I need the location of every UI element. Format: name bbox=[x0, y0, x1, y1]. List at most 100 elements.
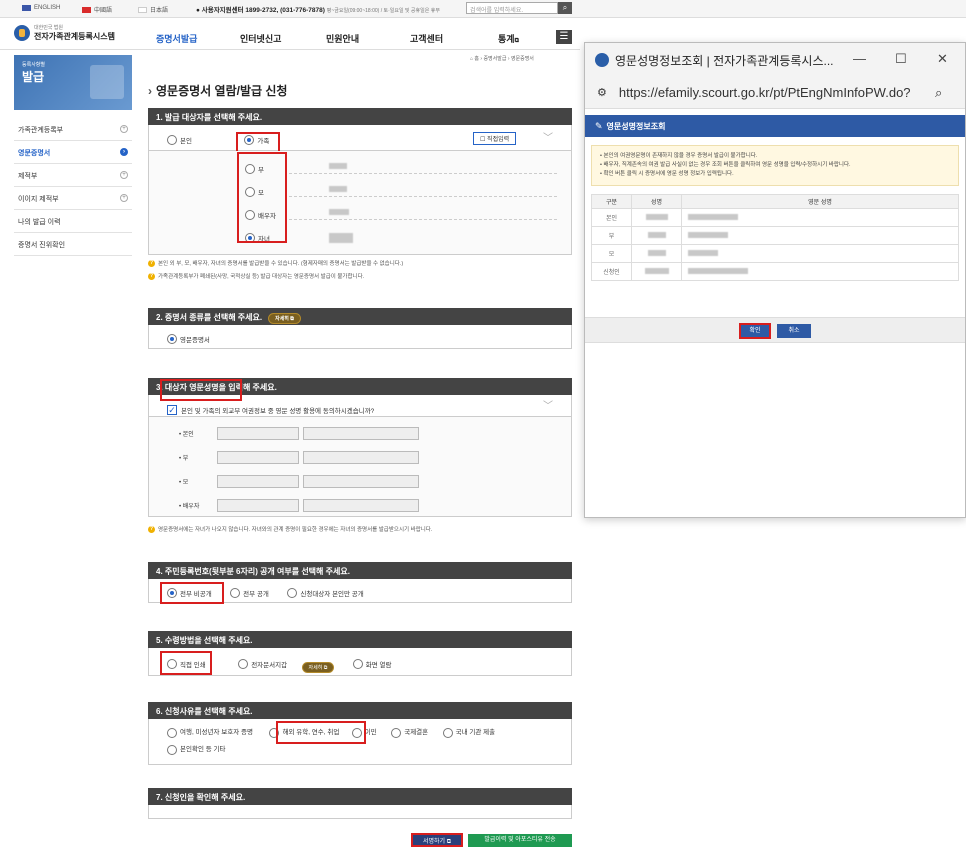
plus-icon: + bbox=[120, 171, 128, 179]
question-icon: ? bbox=[148, 259, 155, 267]
plus-icon: + bbox=[120, 194, 128, 202]
nav-item-family-register[interactable]: 가족관계등록부 + bbox=[14, 118, 132, 141]
hint-line: ? 영문증명서에는 자녀가 나오지 않습니다. 자녀와의 관계 증명이 필요한 경… bbox=[148, 525, 433, 533]
popup-heading: ✎ 영문성명정보조회 bbox=[585, 115, 965, 137]
close-icon[interactable]: ✕ bbox=[937, 51, 948, 67]
radio-e-wallet[interactable]: 전자문서지갑 bbox=[238, 659, 287, 669]
confirm-button[interactable]: 확인 bbox=[739, 323, 771, 339]
name-inputs bbox=[217, 427, 420, 523]
cancel-button[interactable]: 취소 bbox=[777, 324, 811, 338]
chevron-right-icon: › bbox=[120, 148, 128, 156]
radio-self[interactable]: 본인 bbox=[167, 135, 192, 145]
nav-item-image-register[interactable]: 이이지 제적부 + bbox=[14, 187, 132, 210]
masked-name bbox=[329, 186, 347, 192]
surname-input[interactable] bbox=[217, 499, 299, 512]
surname-input[interactable] bbox=[217, 475, 299, 488]
check-icon: ✓ bbox=[167, 405, 177, 415]
nav-item-removed-register[interactable]: 제적부 + bbox=[14, 164, 132, 187]
site-info-icon[interactable]: ⚙ bbox=[597, 86, 607, 99]
lang-chinese-link[interactable]: 中國語 bbox=[82, 5, 112, 14]
highlight-all-private bbox=[160, 582, 224, 604]
highlight-study-abroad bbox=[276, 721, 366, 744]
section-rrn-disclosure: 4. 주민등록번호(뒷부분 6자리) 공개 여부를 선택해 주세요. 전부 비공… bbox=[148, 562, 572, 604]
maximize-icon[interactable]: ☐ bbox=[895, 51, 907, 67]
surname-input[interactable] bbox=[217, 427, 299, 440]
section-target: 1. 발급 대상자를 선택해 주세요. 본인 가족 ☐ 직접입력 ﹀ 부 모 배… bbox=[148, 108, 572, 280]
search-icon[interactable]: ⌕ bbox=[558, 2, 572, 14]
detail-button[interactable]: 자세히 ⧉ bbox=[301, 662, 335, 673]
masked-name bbox=[329, 233, 353, 243]
chevron-down-icon[interactable]: ﹀ bbox=[543, 129, 553, 144]
left-nav: 등록사항별 발급 가족관계등록부 + 영문증명서 › 제적부 + 이이지 제적부 + 나… bbox=[14, 55, 132, 256]
radio-english-cert[interactable]: 영문증명서 bbox=[167, 334, 210, 344]
english-name-table: 구분 성명 영문 성명 본인 부 모 신청인 bbox=[591, 194, 959, 281]
nav-item-my-history[interactable]: 나의 발급 이력 bbox=[14, 210, 132, 233]
direct-input-button[interactable]: ☐ 직접입력 bbox=[473, 132, 517, 145]
radio-all-public[interactable]: 전부 공개 bbox=[230, 588, 269, 598]
section-cert-type: 2. 증명서 종류를 선택해 주세요. 자세히 ⧉ 영문증명서 bbox=[148, 308, 572, 349]
chevron-down-icon[interactable]: ﹀ bbox=[543, 397, 553, 412]
radio-travel[interactable]: 여행, 미성년자 보호자 증명 bbox=[167, 725, 253, 741]
table-row: 본인 bbox=[591, 208, 959, 227]
edit-icon: ✎ bbox=[595, 120, 603, 131]
gnb-customer-center[interactable]: 고객센터 bbox=[410, 32, 443, 45]
gnb-civil-guide[interactable]: 민원안내 bbox=[326, 32, 359, 45]
section-title: 2. 증명서 종류를 선택해 주세요. 자세히 ⧉ bbox=[148, 308, 572, 325]
page-title: 영문증명서 열람/발급 신청 bbox=[148, 82, 287, 99]
consent-checkbox[interactable]: ✓ 본인 및 가족의 외교부 여권정보 중 영문 성명 활용에 동의하시겠습니까… bbox=[167, 405, 374, 415]
callcenter-info: ● 사용자지원센터 1899-2732, (031-776-7878) 평~금요… bbox=[196, 7, 440, 14]
documents-icon bbox=[90, 65, 124, 99]
court-logo-icon bbox=[595, 53, 609, 67]
radio-domestic-submit[interactable]: 국내 기관 제출 bbox=[442, 725, 495, 741]
lang-japanese-link[interactable]: 日本語 bbox=[138, 5, 168, 14]
lang-english-link[interactable]: ENGLISH bbox=[22, 5, 60, 11]
section-title: 4. 주민등록번호(뒷부분 6자리) 공개 여부를 선택해 주세요. bbox=[148, 562, 572, 579]
given-name-input[interactable] bbox=[303, 499, 420, 512]
section-english-name: 3. 대상자 영문성명을 입력해 주세요. ✓ 본인 및 가족의 외교부 여권정… bbox=[148, 378, 572, 533]
utility-bar: ENGLISH 中國語 日本語 ● 사용자지원센터 1899-2732, (03… bbox=[0, 0, 966, 18]
nav-item-english-cert[interactable]: 영문증명서 › bbox=[14, 141, 132, 164]
highlight-english-name bbox=[160, 379, 242, 401]
zoom-icon[interactable]: ⌕ bbox=[935, 85, 942, 101]
gnb-certificate[interactable]: 증명서발급 bbox=[156, 32, 197, 45]
search-input[interactable]: 검색어를 입력하세요. bbox=[466, 2, 558, 14]
popup-titlebar: 영문성명정보조회 | 전자가족관계등록시스... — ☐ ✕ bbox=[585, 43, 965, 77]
japan-flag-icon bbox=[138, 6, 147, 13]
section-title: 1. 발급 대상자를 선택해 주세요. bbox=[148, 108, 572, 125]
section-title: 6. 신청사유를 선택해 주세요. bbox=[148, 702, 572, 719]
surname-input[interactable] bbox=[217, 451, 299, 464]
submit-button[interactable]: 발급이력 및 아포스티유 전송 bbox=[468, 834, 572, 847]
gnb-internet-report[interactable]: 인터넷신고 bbox=[240, 32, 281, 45]
nav-item-verify[interactable]: 증명서 진위확인 bbox=[14, 233, 132, 256]
breadcrumb: ⌂ 홈 › 증명서발급 › 영문증명서 bbox=[470, 56, 534, 62]
detail-button[interactable]: 자세히 ⧉ bbox=[268, 313, 301, 324]
site-logo[interactable]: 대한민국 법원 전자가족관계등록시스템 bbox=[14, 24, 115, 42]
hint-line: ? 본인 외 부, 모, 배우자, 자녀의 증명서를 발급받을 수 있습니다. (… bbox=[148, 259, 404, 267]
given-name-input[interactable] bbox=[303, 451, 420, 464]
menu-icon[interactable]: ☰ bbox=[556, 30, 572, 44]
radio-screen-view[interactable]: 화면 열람 bbox=[352, 659, 391, 669]
highlight-direct-print bbox=[160, 651, 212, 675]
section-applicant: 7. 신청인을 확인해 주세요. bbox=[148, 788, 572, 819]
given-name-input[interactable] bbox=[303, 475, 420, 488]
highlight-members bbox=[237, 152, 287, 243]
given-name-input[interactable] bbox=[303, 427, 420, 440]
radio-self-only-public[interactable]: 신청대상자 본인만 공개 bbox=[287, 588, 364, 598]
table-row: 모 bbox=[591, 244, 959, 263]
notice-box: • 본인의 여권영문명이 존재하지 않을 경우 증명서 발급이 불가합니다. •… bbox=[591, 145, 959, 186]
masked-name bbox=[329, 209, 349, 215]
radio-other[interactable]: 본인확인 등 기타 bbox=[167, 742, 225, 758]
site-header: 대한민국 법원 전자가족관계등록시스템 증명서발급 인터넷신고 민원안내 고객센터… bbox=[0, 18, 580, 50]
us-flag-icon bbox=[22, 5, 31, 11]
plus-icon: + bbox=[120, 125, 128, 133]
table-row: 부 bbox=[591, 226, 959, 245]
question-icon: ? bbox=[148, 525, 155, 533]
gnb-statistics[interactable]: 통계⧉ bbox=[498, 32, 519, 45]
popup-footer: 확인 취소 bbox=[585, 317, 965, 343]
radio-intl-marriage[interactable]: 국제결혼 bbox=[391, 725, 428, 741]
address-bar[interactable]: ⚙ https://efamily.scourt.go.kr/pt/PtEngN… bbox=[585, 77, 965, 109]
sign-button[interactable]: 서명하기 ⧉ bbox=[411, 833, 463, 847]
china-flag-icon bbox=[82, 6, 91, 13]
section-title: 5. 수령방법을 선택해 주세요. bbox=[148, 631, 572, 648]
minimize-icon[interactable]: — bbox=[853, 51, 866, 66]
